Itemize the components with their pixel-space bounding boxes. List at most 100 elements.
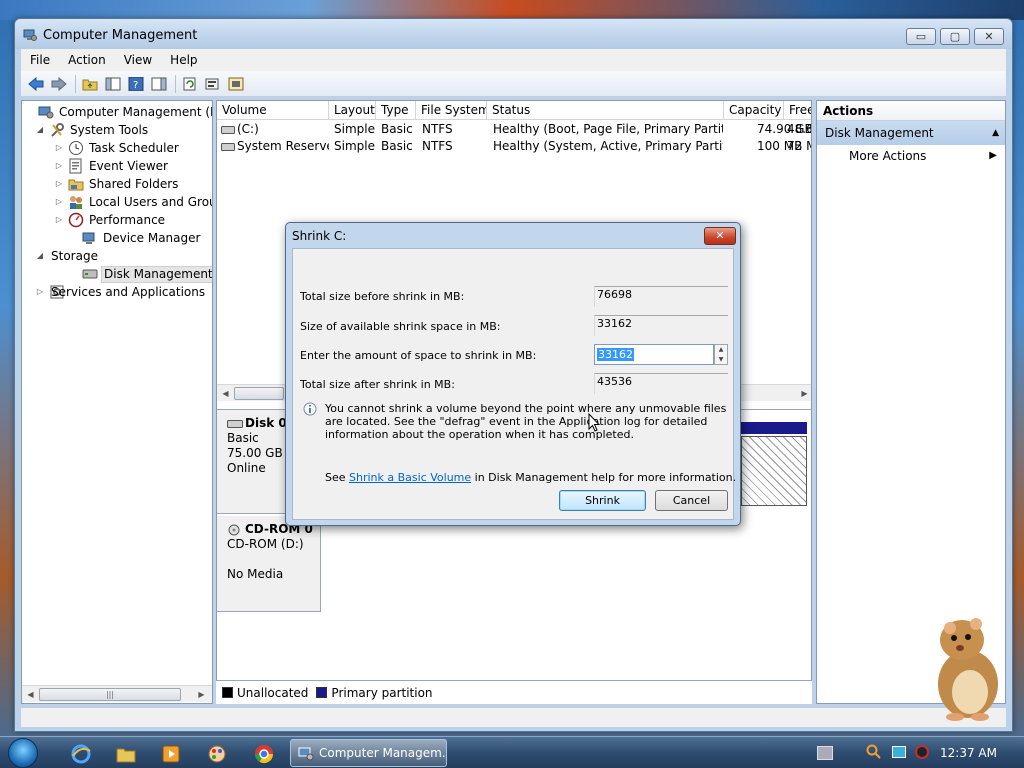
menu-view[interactable]: View xyxy=(115,49,161,71)
column-header-type[interactable]: Type xyxy=(376,101,416,120)
mouse-cursor-icon xyxy=(588,413,601,432)
show-hide-tree-icon[interactable] xyxy=(104,75,122,93)
up-folder-icon[interactable] xyxy=(81,75,99,93)
shrink-amount-input[interactable]: 33162 xyxy=(594,344,714,365)
cell-volume: (C:) xyxy=(237,122,259,136)
start-button[interactable] xyxy=(8,738,38,768)
legend-unallocated: Unallocated xyxy=(237,685,309,700)
toolbar-separator xyxy=(175,74,176,93)
collapse-arrow-icon[interactable]: ◢ xyxy=(35,125,45,135)
dialog-close-button[interactable]: ✕ xyxy=(704,227,736,245)
menu-action[interactable]: Action xyxy=(59,49,115,71)
tree-item-performance[interactable]: ▷ Performance xyxy=(54,211,167,229)
collapse-arrow-icon[interactable]: ◢ xyxy=(35,251,45,261)
performance-icon xyxy=(68,212,84,228)
windows-explorer-icon[interactable] xyxy=(107,740,145,767)
scroll-left-arrow-icon[interactable]: ◀ xyxy=(22,686,39,703)
disk-size xyxy=(227,552,320,567)
column-header-volume[interactable]: Volume xyxy=(217,101,329,120)
scroll-thumb[interactable] xyxy=(234,386,284,400)
volume-drive-icon xyxy=(221,143,235,151)
spin-down-icon[interactable]: ▼ xyxy=(715,355,727,365)
column-header-layout[interactable]: Layout xyxy=(329,101,376,120)
spin-up-icon[interactable]: ▲ xyxy=(715,345,727,355)
help-text: See Shrink a Basic Volume in Disk Manage… xyxy=(325,471,737,484)
disk-properties-icon[interactable] xyxy=(227,75,245,93)
expand-arrow-icon[interactable]: ▷ xyxy=(35,287,45,297)
minimize-button[interactable]: ▭ xyxy=(906,28,936,45)
label-total-before: Total size before shrink in MB: xyxy=(300,290,465,303)
tree-item-task-scheduler[interactable]: ▷ Task Scheduler xyxy=(54,139,181,157)
scroll-thumb[interactable]: ||| xyxy=(39,687,181,701)
help-icon[interactable]: ? xyxy=(127,75,145,93)
tree-item-label: Device Manager xyxy=(103,231,201,245)
cd-rom-0-label[interactable]: CD-ROM 0 CD-ROM (D:) No Media xyxy=(217,516,321,612)
hamster-mascot-image xyxy=(938,618,998,721)
media-player-icon[interactable] xyxy=(152,740,190,767)
back-arrow-icon[interactable] xyxy=(27,75,45,93)
scroll-right-arrow-icon[interactable]: ▶ xyxy=(193,686,210,703)
cell-file-system: NTFS xyxy=(422,122,453,136)
computer-management-icon xyxy=(23,29,37,41)
tree-horizontal-scrollbar[interactable]: ◀ ||| ▶ xyxy=(22,685,212,702)
expand-arrow-icon[interactable]: ▷ xyxy=(54,143,64,153)
tree-item-device-manager[interactable]: Device Manager xyxy=(68,229,202,247)
expand-arrow-icon[interactable]: ▷ xyxy=(54,179,64,189)
tray-search-icon[interactable] xyxy=(866,744,882,760)
shrink-amount-value: 33162 xyxy=(597,348,634,361)
collapse-up-icon[interactable]: ▲ xyxy=(992,121,999,145)
column-header-capacity[interactable]: Capacity xyxy=(724,101,784,120)
more-actions-item[interactable]: More Actions ▶ xyxy=(817,145,1005,167)
scroll-right-arrow-icon[interactable]: ▶ xyxy=(796,385,811,402)
show-hide-action-pane-icon[interactable] xyxy=(150,75,168,93)
properties-icon[interactable] xyxy=(204,75,222,93)
tree-item-event-viewer[interactable]: ▷ Event Viewer xyxy=(54,157,170,175)
maximize-button[interactable]: ▢ xyxy=(940,28,970,45)
legend-primary-partition: Primary partition xyxy=(331,685,433,700)
column-header-file-system[interactable]: File System xyxy=(416,101,487,120)
shrink-button[interactable]: Shrink xyxy=(559,490,646,511)
disk-type: CD-ROM (D:) xyxy=(227,537,304,551)
tree-item-computer-management[interactable]: Computer Management (Local xyxy=(24,103,212,121)
tree-item-label: Storage xyxy=(51,249,98,263)
tray-app-icon[interactable] xyxy=(915,745,929,759)
value-total-after: 43536 xyxy=(594,373,728,394)
expand-arrow-icon[interactable]: ▷ xyxy=(54,215,64,225)
tree-item-label: Services and Applications xyxy=(51,285,206,299)
tree-item-services-applications[interactable]: ▷ Services and Applications xyxy=(35,283,207,301)
shrink-basic-volume-link[interactable]: Shrink a Basic Volume xyxy=(349,471,471,484)
partition-block-c[interactable] xyxy=(741,436,807,506)
tree-item-local-users-groups[interactable]: ▷ Local Users and Groups xyxy=(54,193,212,211)
tray-network-icon[interactable] xyxy=(817,746,833,760)
refresh-icon[interactable] xyxy=(181,75,199,93)
menu-file[interactable]: File xyxy=(21,49,59,71)
expand-arrow-icon[interactable]: ▷ xyxy=(54,197,64,207)
cell-status: Healthy (Boot, Page File, Primary Partit… xyxy=(493,122,723,136)
tree-item-shared-folders[interactable]: ▷ Shared Folders xyxy=(54,175,180,193)
forward-arrow-icon[interactable] xyxy=(50,75,68,93)
scroll-left-arrow-icon[interactable]: ◀ xyxy=(217,385,234,402)
tree-item-system-tools[interactable]: ◢ System Tools xyxy=(35,121,150,139)
cell-layout: Simple xyxy=(334,122,375,136)
cancel-button[interactable]: Cancel xyxy=(655,490,728,511)
chrome-icon[interactable] xyxy=(245,740,283,767)
tray-display-icon[interactable] xyxy=(892,746,906,758)
tree-item-disk-management[interactable]: Disk Management xyxy=(68,265,212,283)
tree-item-storage[interactable]: ◢ Storage xyxy=(35,247,100,265)
expand-arrow-icon[interactable]: ▷ xyxy=(54,161,64,171)
menu-help[interactable]: Help xyxy=(161,49,206,71)
disk-name: Disk 0 xyxy=(245,416,287,430)
taskbar-item-computer-management[interactable]: Computer Managem... xyxy=(290,739,447,767)
column-header-free[interactable]: Free xyxy=(784,101,811,120)
title-bar[interactable]: Computer Management ▭ ▢ ✕ xyxy=(15,19,1012,49)
actions-section-disk-management[interactable]: Disk Management ▲ xyxy=(817,121,1005,145)
close-button[interactable]: ✕ xyxy=(974,28,1004,45)
toolbar: ? xyxy=(21,71,1006,97)
paint-icon[interactable] xyxy=(198,740,236,767)
shrink-amount-spinner[interactable]: ▲ ▼ xyxy=(714,344,728,365)
internet-explorer-icon[interactable] xyxy=(62,740,100,767)
shrink-dialog: Shrink C: ✕ Total size before shrink in … xyxy=(285,222,741,526)
column-header-status[interactable]: Status xyxy=(487,101,724,120)
taskbar-clock[interactable]: 12:37 AM xyxy=(940,746,997,760)
